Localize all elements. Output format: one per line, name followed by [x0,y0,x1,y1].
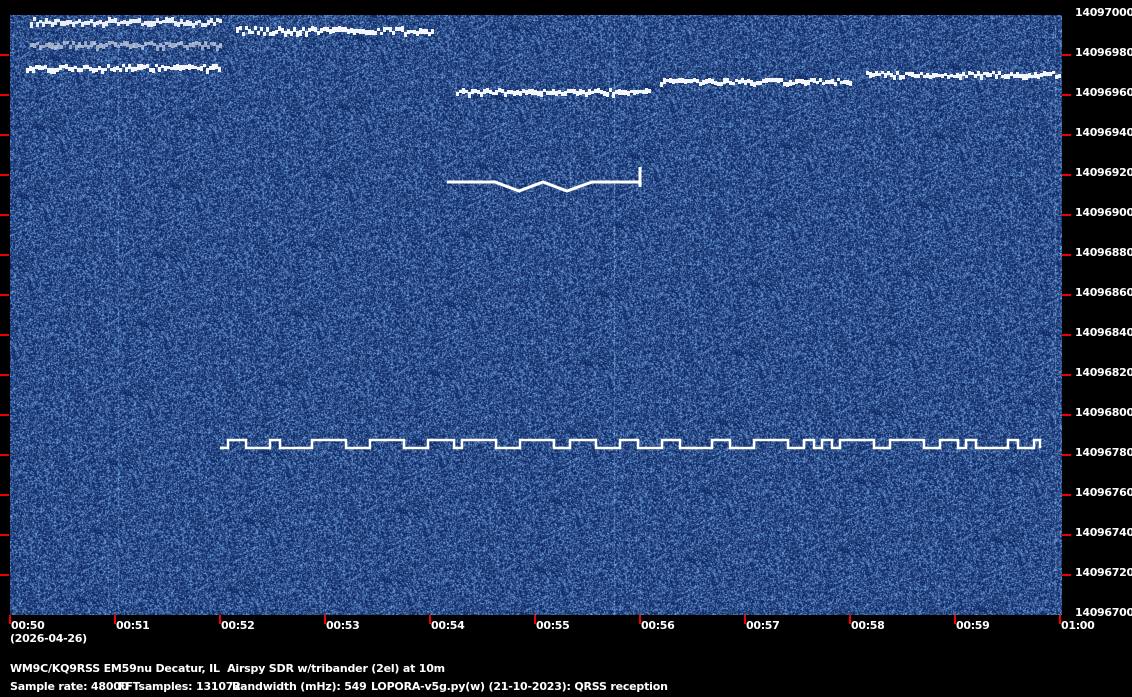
time-label: 01:00 [1061,619,1095,632]
freq-label: 14096800 [1075,406,1132,419]
freq-label: 14096740 [1075,526,1132,539]
freq-label: 14096820 [1075,366,1132,379]
fsk-signal [220,438,1042,450]
freq-tick [1062,374,1071,376]
time-label: 00:50 [11,619,45,632]
freq-label: 14096960 [1075,86,1132,99]
time-label: 00:58 [851,619,885,632]
freq-tick [1062,334,1071,336]
time-tick [954,615,956,624]
fft-samples: FFTsamples: 131072 [118,680,241,693]
signal-trace [26,64,221,74]
time-label: 00:57 [746,619,780,632]
freq-label: 14096900 [1075,206,1132,219]
time-tick [9,615,11,624]
time-tick [219,615,221,624]
freq-tick [1062,214,1071,216]
freq-tick [0,534,9,536]
time-label: 00:51 [116,619,150,632]
freq-label: 14096840 [1075,326,1132,339]
freq-tick [1062,414,1071,416]
freq-tick [0,294,9,296]
freq-label: 14096700 [1075,606,1132,619]
freq-tick [0,454,9,456]
time-label: 00:59 [956,619,990,632]
signal-trace [30,17,222,28]
freq-tick [1062,254,1071,256]
freq-tick [0,54,9,56]
freq-label: 14096860 [1075,286,1132,299]
freq-label: 14096760 [1075,486,1132,499]
bandwidth: Bandwidth (mHz): 549 [232,680,367,693]
freq-tick [0,254,9,256]
freq-tick [0,94,9,96]
time-tick [324,615,326,624]
freq-tick [0,414,9,416]
signal-trace [456,88,651,98]
signal-trace [660,78,852,87]
time-label: 00:56 [641,619,675,632]
freq-tick [0,334,9,336]
date-label: (2026-04-26) [10,632,87,645]
freq-tick [1062,94,1071,96]
freq-tick [0,574,9,576]
time-label: 00:53 [326,619,360,632]
time-label: 00:55 [536,619,570,632]
signal-trace [866,71,1061,80]
station-info: WM9C/KQ9RSS EM59nu Decatur, IL Airspy SD… [10,662,445,675]
freq-tick [1062,454,1071,456]
freq-tick [0,214,9,216]
sample-rate: Sample rate: 48000 [10,680,129,693]
zigzag-signal [447,167,642,193]
freq-label: 14096920 [1075,166,1132,179]
time-label: 00:54 [431,619,465,632]
freq-label: 14096880 [1075,246,1132,259]
time-label: 00:52 [221,619,255,632]
freq-tick [1062,534,1071,536]
freq-tick [1062,494,1071,496]
time-tick [429,615,431,624]
time-tick [849,615,851,624]
spectrogram-waterfall [10,15,1062,615]
freq-tick [0,174,9,176]
time-tick [744,615,746,624]
software-info: LOPORA-v5g.py(w) (21-10-2023): QRSS rece… [371,680,668,693]
time-tick [114,615,116,624]
freq-tick [1062,54,1071,56]
freq-label: 14097000 [1075,6,1132,19]
signal-trace [30,41,222,51]
time-tick [534,615,536,624]
signal-traces [26,17,1061,450]
freq-tick [0,374,9,376]
freq-label: 14096780 [1075,446,1132,459]
freq-tick [1062,174,1071,176]
freq-tick [1062,294,1071,296]
time-tick [1059,615,1061,624]
freq-label: 14096940 [1075,126,1132,139]
time-tick [639,615,641,624]
freq-label: 14096720 [1075,566,1132,579]
freq-label: 14096980 [1075,46,1132,59]
freq-tick [1062,134,1071,136]
freq-tick [0,134,9,136]
freq-tick [0,494,9,496]
freq-tick [1062,574,1071,576]
signal-trace [236,26,434,37]
